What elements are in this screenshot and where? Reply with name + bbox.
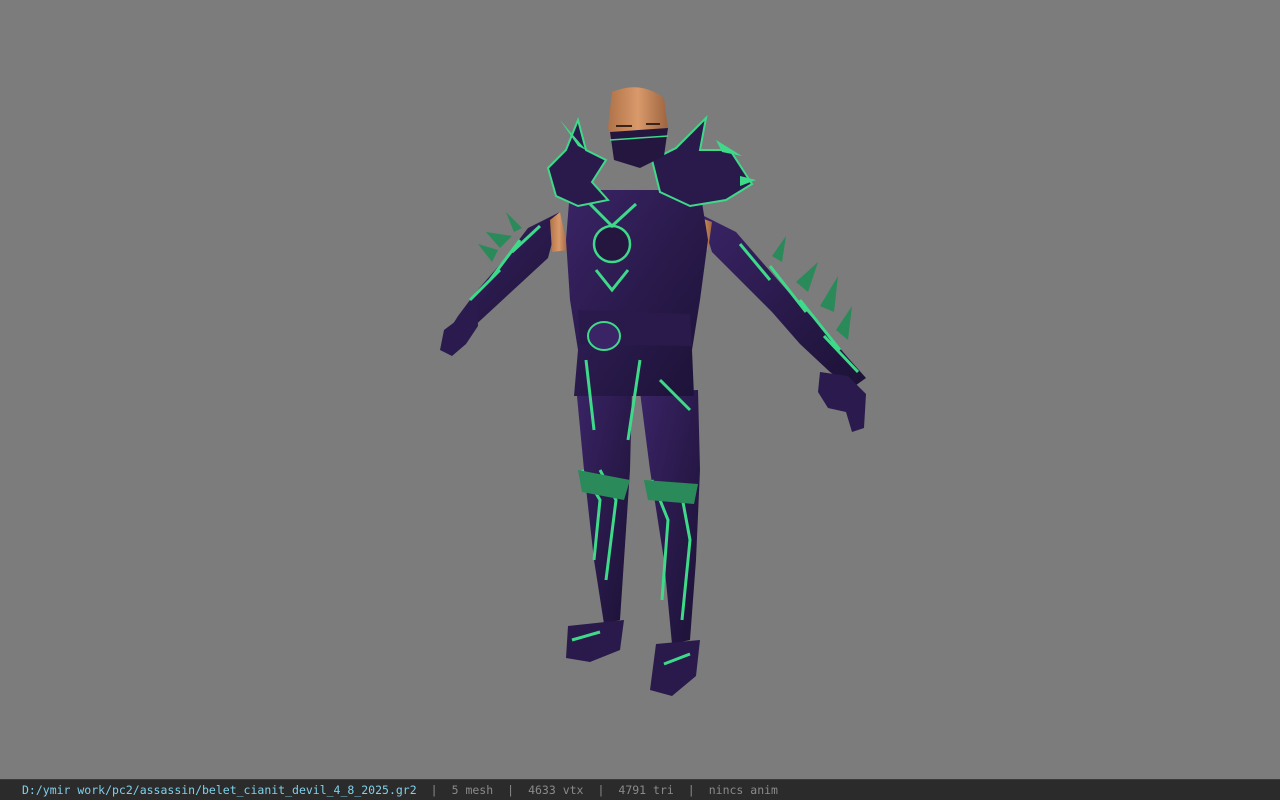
right-arm xyxy=(690,214,866,432)
separator: | xyxy=(430,783,438,797)
left-arm xyxy=(440,212,568,356)
triangle-count: 4791 tri xyxy=(618,783,674,797)
head xyxy=(608,87,669,168)
file-path: D:/ymir work/pc2/assassin/belet_cianit_d… xyxy=(22,783,417,797)
separator: | xyxy=(597,783,605,797)
legs xyxy=(566,386,700,696)
vertex-count: 4633 vtx xyxy=(528,783,584,797)
status-bar: D:/ymir work/pc2/assassin/belet_cianit_d… xyxy=(0,779,1280,800)
3d-viewport[interactable] xyxy=(0,0,1280,779)
animation-status: nincs anim xyxy=(708,783,778,797)
character-model[interactable] xyxy=(0,0,1280,779)
separator: | xyxy=(507,783,515,797)
separator: | xyxy=(687,783,695,797)
mesh-count: 5 mesh xyxy=(451,783,494,797)
